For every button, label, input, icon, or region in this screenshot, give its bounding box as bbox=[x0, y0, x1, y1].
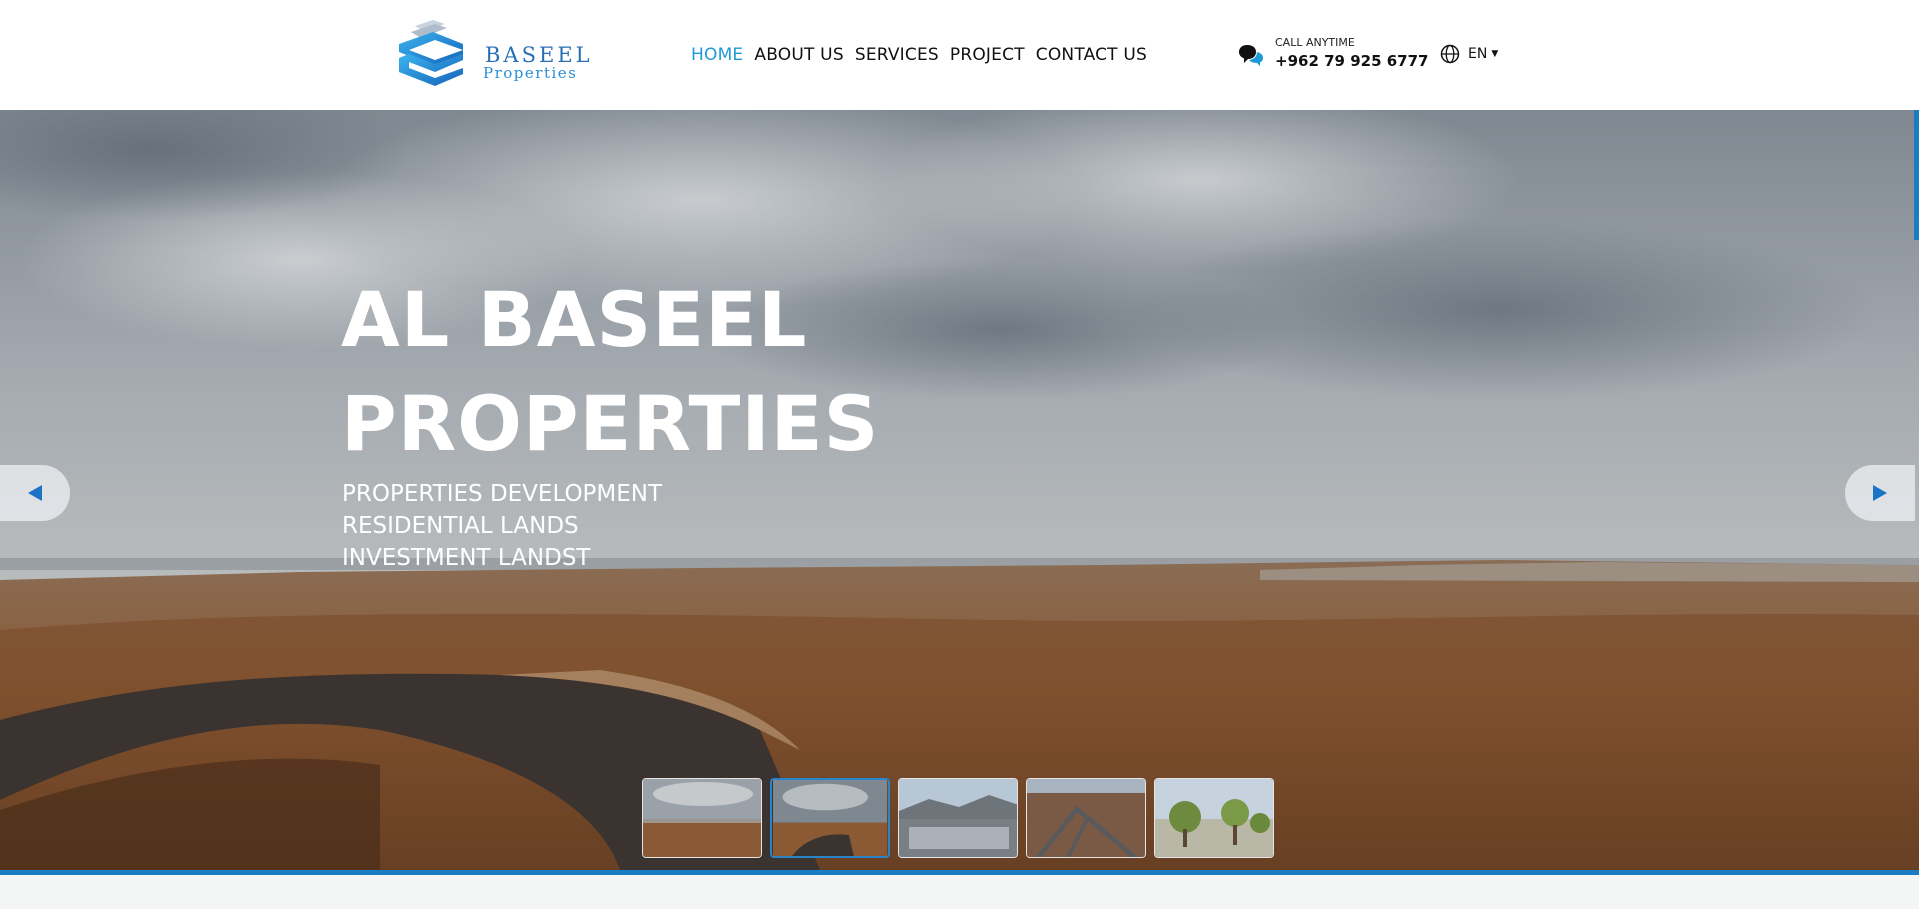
language-selector[interactable]: EN ▼ bbox=[1440, 44, 1498, 64]
chat-bubbles-icon bbox=[1239, 45, 1263, 66]
brand-logo-icon bbox=[399, 20, 463, 86]
page-body bbox=[0, 875, 1919, 909]
brand-logo[interactable]: BASEEL Properties bbox=[395, 18, 590, 98]
hero-subtitle: RESIDENTIAL LANDS bbox=[342, 513, 579, 539]
slider-next-button[interactable] bbox=[1845, 465, 1915, 521]
slider-prev-button[interactable] bbox=[0, 465, 70, 521]
slide-thumbnail-5[interactable] bbox=[1154, 778, 1274, 858]
slide-thumbnail-1[interactable] bbox=[642, 778, 762, 858]
call-label: CALL ANYTIME bbox=[1275, 36, 1355, 49]
slide-thumbnail-2[interactable] bbox=[770, 778, 890, 858]
hero-subtitle: PROPERTIES DEVELOPMENT bbox=[342, 481, 663, 507]
slide-thumbnail-3[interactable] bbox=[898, 778, 1018, 858]
nav-home[interactable]: HOME bbox=[691, 45, 743, 65]
arrow-right-icon bbox=[1873, 485, 1887, 501]
slider-thumbnails bbox=[642, 778, 1274, 858]
globe-icon bbox=[1440, 44, 1460, 64]
hero-subtitles: PROPERTIES DEVELOPMENT RESIDENTIAL LANDS… bbox=[342, 478, 662, 574]
chevron-down-icon: ▼ bbox=[1491, 49, 1499, 59]
hero-title: AL BASEEL PROPERTIES bbox=[341, 268, 879, 476]
language-current: EN bbox=[1468, 46, 1488, 62]
brand-subtitle: Properties bbox=[483, 64, 578, 82]
hero-title-line2: PROPERTIES bbox=[341, 379, 880, 468]
scroll-indicator bbox=[1914, 110, 1919, 240]
nav-contact-us[interactable]: CONTACT US bbox=[1036, 45, 1147, 65]
slide-thumbnail-4[interactable] bbox=[1026, 778, 1146, 858]
hero-subtitle: INVESTMENT LANDST bbox=[342, 545, 591, 571]
main-nav: HOME ABOUT US SERVICES PROJECT CONTACT U… bbox=[691, 45, 1147, 65]
nav-about-us[interactable]: ABOUT US bbox=[754, 45, 843, 65]
arrow-left-icon bbox=[28, 485, 42, 501]
hero-title-line1: AL BASEEL bbox=[341, 275, 808, 364]
phone-number[interactable]: +962 79 925 6777 bbox=[1275, 52, 1428, 70]
call-anytime[interactable]: CALL ANYTIME +962 79 925 6777 bbox=[1238, 36, 1428, 76]
nav-services[interactable]: SERVICES bbox=[855, 45, 939, 65]
hero-slider: AL BASEEL PROPERTIES PROPERTIES DEVELOPM… bbox=[0, 110, 1919, 870]
hero-background-image bbox=[0, 110, 1919, 870]
nav-project[interactable]: PROJECT bbox=[950, 45, 1025, 65]
site-header: BASEEL Properties HOME ABOUT US SERVICES… bbox=[0, 0, 1919, 110]
